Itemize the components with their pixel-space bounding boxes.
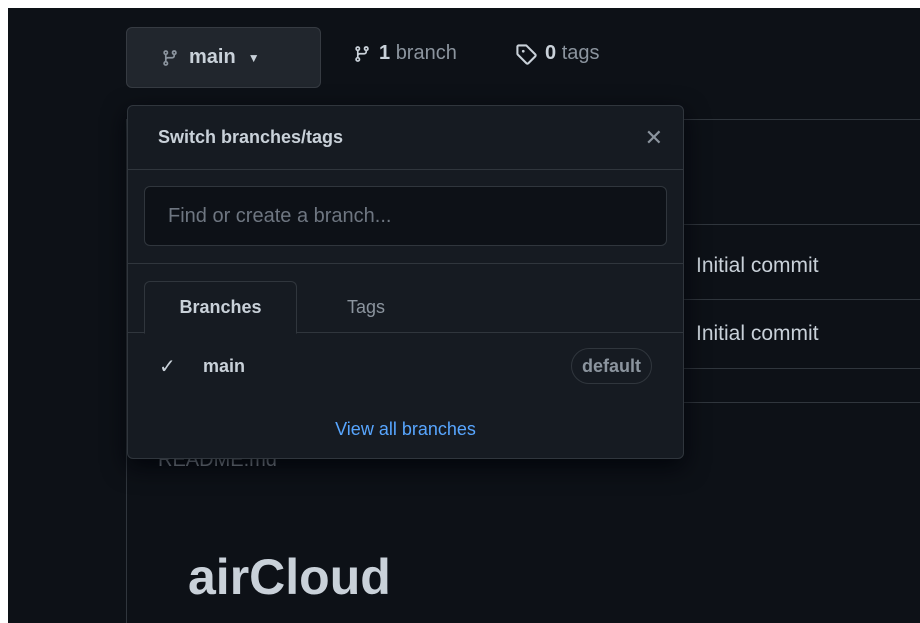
current-branch-label: main (189, 46, 236, 68)
dropdown-header: Switch branches/tags ✕ (128, 106, 683, 170)
branch-count: 1 (379, 42, 391, 64)
tags-link[interactable]: 0 tags (515, 42, 600, 65)
view-all-branches-link[interactable]: View all branches (335, 419, 476, 440)
tab-tags[interactable]: Tags (316, 281, 416, 333)
tab-branches[interactable]: Branches (144, 281, 297, 334)
branch-switch-dropdown: Switch branches/tags ✕ Branches Tags ✓ m… (127, 105, 684, 459)
dropdown-title: Switch branches/tags (158, 127, 344, 147)
close-icon[interactable]: ✕ (645, 125, 663, 151)
branch-list-item[interactable]: ✓ main default (128, 333, 683, 399)
git-branch-icon (163, 49, 177, 66)
branches-link[interactable]: 1 branch (353, 42, 457, 65)
branch-name: main (203, 355, 246, 376)
git-branch-icon (355, 45, 369, 62)
dropdown-footer: View all branches (128, 399, 683, 458)
branch-select-button[interactable]: main ▼ (126, 27, 321, 88)
default-badge: default (570, 348, 652, 384)
tag-icon (516, 43, 537, 65)
branch-search-input[interactable] (144, 186, 667, 246)
commit-message[interactable]: Initial commit (696, 254, 819, 278)
tag-count-label: tags (561, 42, 600, 64)
commit-message[interactable]: Initial commit (696, 322, 819, 346)
check-icon: ✓ (159, 355, 176, 378)
dropdown-search (128, 170, 683, 264)
readme-title: airCloud (188, 549, 391, 605)
repo-page: Initial commit Initial commit README.md … (8, 8, 920, 623)
branch-count-label: branch (395, 42, 457, 64)
dropdown-tabs: Branches Tags (128, 264, 683, 334)
caret-down-icon: ▼ (247, 50, 260, 65)
tag-count: 0 (545, 42, 557, 64)
